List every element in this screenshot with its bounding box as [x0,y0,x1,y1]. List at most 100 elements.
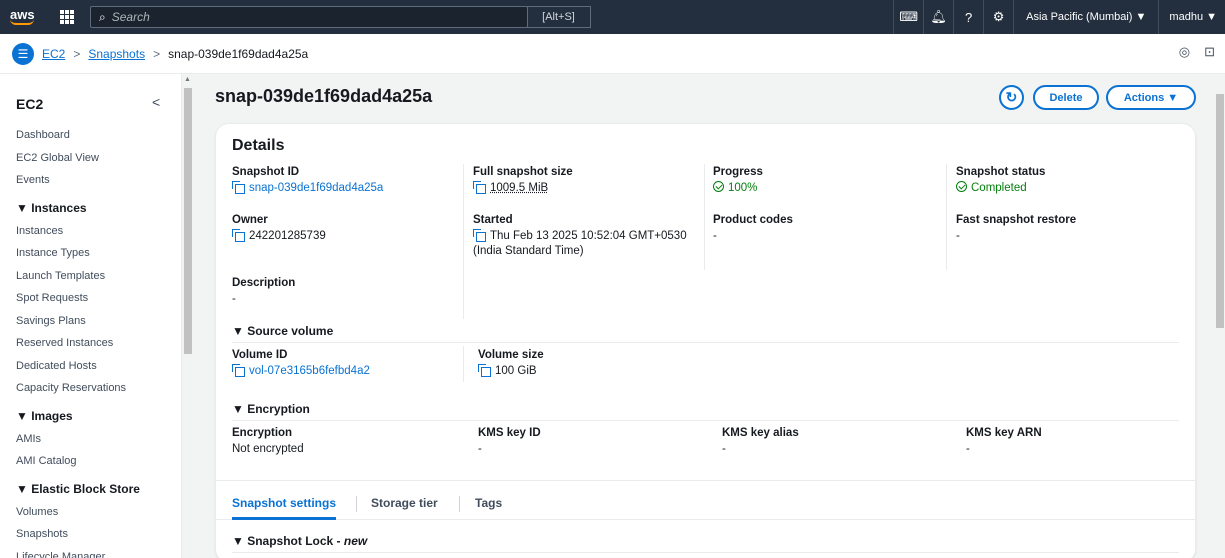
sidebar-item-events[interactable]: Events [16,169,176,192]
tab-snapshot-settings[interactable]: Snapshot settings [232,488,337,520]
kms-key-arn-value: - [966,443,970,455]
page-title: snap-039de1f69dad4a25a [215,86,433,106]
search-icon: ⌕ [99,9,106,24]
volume-size-label: Volume size [478,349,544,361]
sidebar-item-ami-catalog[interactable]: AMI Catalog [16,450,176,473]
details-panel: Details Snapshot ID snap-039de1f69dad4a2… [215,123,1196,558]
sidebar-item-dashboard[interactable]: Dashboard [16,124,176,147]
column-divider [704,164,705,270]
tab-tags[interactable]: Tags [475,488,502,520]
tab-storage-tier[interactable]: Storage tier [371,488,438,520]
sidebar-section-ebs[interactable]: ▼ Elastic Block Store [16,477,176,501]
copy-icon[interactable] [478,364,491,377]
volume-size-field: Volume size 100 GiB [478,349,544,378]
info-panel-icon[interactable]: ◎ [1179,44,1190,60]
delete-button[interactable]: Delete [1033,85,1099,110]
tab-list: Snapshot settings Storage tier Tags [216,488,1195,520]
description-value: - [232,293,236,305]
account-menu[interactable]: madhu ▼ [1158,0,1225,34]
sidebar-item-reserved-instances[interactable]: Reserved Instances [16,332,176,355]
aws-logo-text: aws [10,7,35,22]
region-selector[interactable]: Asia Pacific (Mumbai) ▼ [1013,0,1158,34]
encryption-label: Encryption [232,427,293,439]
page-scrollbar[interactable] [1215,74,1225,558]
kms-key-id-label: KMS key ID [478,427,541,439]
services-grid-icon[interactable] [60,10,74,24]
section-divider [232,552,1179,553]
help-icon[interactable]: ? [953,0,983,34]
volume-id-link[interactable]: vol-07e3165b6fefbd4a2 [249,365,370,377]
search-input[interactable]: ⌕ Search [90,6,528,28]
progress-field: Progress 100% [713,166,763,195]
sidebar-item-dedicated-hosts[interactable]: Dedicated Hosts [16,355,176,378]
column-divider [463,346,464,382]
cloudshell-icon[interactable]: ⌨ [893,0,923,34]
section-divider [216,480,1195,481]
side-menu-toggle-icon[interactable]: ☰ [12,42,34,65]
copy-icon[interactable] [232,181,245,194]
sidebar-item-savings-plans[interactable]: Savings Plans [16,310,176,333]
actions-dropdown-button[interactable]: Actions ▼ [1106,85,1196,110]
started-field: Started Thu Feb 13 2025 10:52:04 GMT+053… [473,214,687,258]
copy-icon[interactable] [232,229,245,242]
copy-icon[interactable] [473,181,486,194]
sidebar-item-global-view[interactable]: EC2 Global View [16,147,176,170]
status-label: Snapshot status [956,166,1046,178]
close-sidebar-icon[interactable]: < [152,94,160,110]
sidebar-item-launch-templates[interactable]: Launch Templates [16,265,176,288]
status-badge: Completed [971,182,1027,194]
aws-logo[interactable]: aws [10,7,46,25]
sidebar-section-instances[interactable]: ▼ Instances [16,196,176,220]
sidebar-title: EC2 [16,96,44,112]
sidebar-scrollbar[interactable]: ▲ [182,74,194,558]
kms-key-id-field: KMS key ID - [478,427,541,456]
kms-key-arn-label: KMS key ARN [966,427,1042,439]
column-divider [463,164,464,319]
progress-value: 100% [728,182,758,194]
encryption-field: Encryption Not encrypted [232,427,304,456]
snapshot-lock-header[interactable]: ▼ Snapshot Lock - new [232,534,367,548]
sidebar-item-spot-requests[interactable]: Spot Requests [16,287,176,310]
chevron-right-icon: > [153,46,161,61]
snapshot-id-value[interactable]: snap-039de1f69dad4a25a [249,182,383,194]
new-badge: new [343,534,368,548]
started-label: Started [473,214,513,226]
success-check-icon [713,181,724,192]
chevron-right-icon: > [73,46,81,61]
sidebar-section-images[interactable]: ▼ Images [16,404,176,428]
side-navigation: EC2 < Dashboard EC2 Global View Events ▼… [0,74,182,558]
started-timezone: (India Standard Time) [473,245,584,257]
sidebar-item-capacity-reservations[interactable]: Capacity Reservations [16,377,176,400]
snapshot-id-label: Snapshot ID [232,166,300,178]
breadcrumb-current: snap-039de1f69dad4a25a [168,46,309,61]
refresh-button[interactable]: ↻ [999,85,1024,110]
copy-icon[interactable] [473,229,486,242]
owner-field: Owner 242201285739 [232,214,326,243]
sidebar-item-instance-types[interactable]: Instance Types [16,242,176,265]
search-shortcut: [Alt+S] [527,6,591,28]
sidebar-item-volumes[interactable]: Volumes [16,501,176,524]
owner-label: Owner [232,214,268,226]
notifications-bell-icon[interactable]: 🔔︎ [923,0,953,34]
column-divider [946,164,947,270]
sidebar-item-snapshots[interactable]: Snapshots [16,523,176,546]
breadcrumb-ec2[interactable]: EC2 [42,47,65,61]
settings-gear-icon[interactable]: ⚙ [983,0,1013,34]
kms-key-arn-field: KMS key ARN - [966,427,1042,456]
details-title: Details [232,137,285,154]
full-size-label: Full snapshot size [473,166,573,178]
full-size-field: Full snapshot size 1009.5 MiB [473,166,573,195]
sidebar-item-instances[interactable]: Instances [16,220,176,243]
breadcrumb-snapshots[interactable]: Snapshots [88,47,145,61]
tab-separator [356,496,357,512]
breadcrumb: ☰ EC2 > Snapshots > snap-039de1f69dad4a2… [0,34,1225,74]
started-value: Thu Feb 13 2025 10:52:04 GMT+0530 [490,230,687,242]
copy-icon[interactable] [232,364,245,377]
source-volume-header[interactable]: ▼ Source volume [232,324,333,338]
feedback-icon[interactable]: ⊡ [1204,44,1215,60]
section-divider [232,342,1179,343]
sidebar-item-lifecycle-manager[interactable]: Lifecycle Manager [16,546,176,558]
encryption-header[interactable]: ▼ Encryption [232,402,310,416]
sidebar-item-amis[interactable]: AMIs [16,428,176,451]
progress-label: Progress [713,166,763,178]
